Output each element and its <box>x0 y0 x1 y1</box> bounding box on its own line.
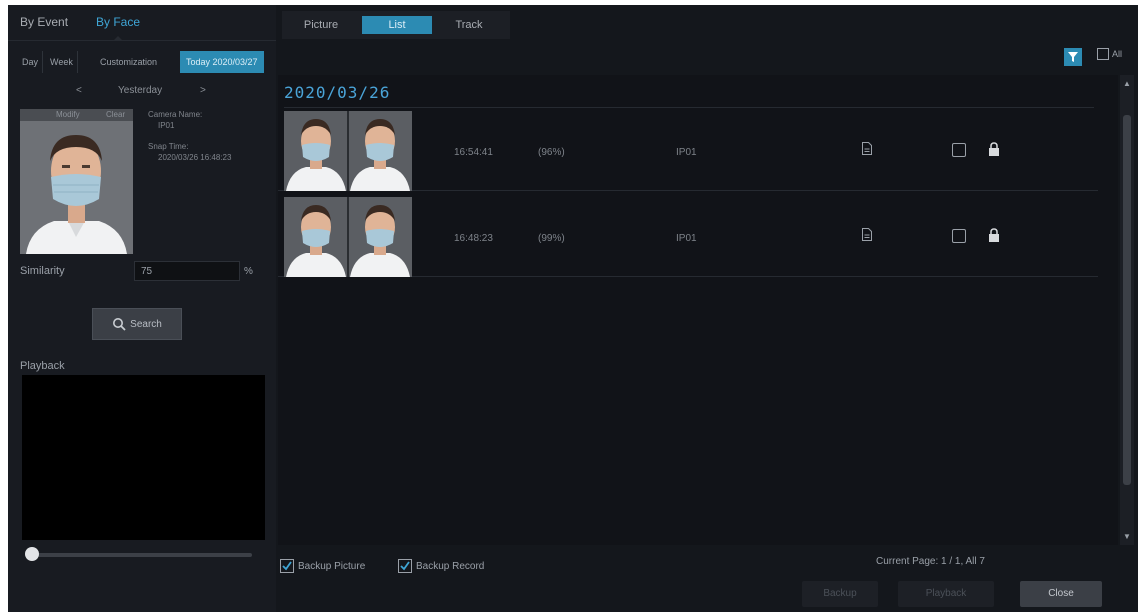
snapshot-thumbnails[interactable] <box>284 197 412 277</box>
row-checkbox[interactable] <box>952 143 966 157</box>
backup-record-option[interactable]: Backup Record <box>398 559 484 573</box>
backup-button[interactable]: Backup <box>802 581 878 607</box>
channel-name: IP01 <box>676 147 697 158</box>
search-mode-tabs: By Event By Face <box>8 5 276 41</box>
header-divider <box>284 107 1094 108</box>
time-range-tabs: Day Week Customization Today 2020/03/27 <box>14 51 276 73</box>
range-tab-week[interactable]: Week <box>46 51 78 73</box>
view-mode-tabs: Picture List Track <box>282 11 510 39</box>
page-info: Current Page: 1 / 1, All 7 <box>876 556 985 567</box>
select-all-label: All <box>1112 49 1123 59</box>
backup-record-label: Backup Record <box>416 560 485 572</box>
tab-by-face[interactable]: By Face <box>96 15 140 41</box>
lock-icon[interactable] <box>988 142 1000 156</box>
playback-button[interactable]: Playback <box>898 581 994 607</box>
tab-track[interactable]: Track <box>438 16 500 34</box>
target-face-card: Modify Clear <box>20 109 133 254</box>
snap-time: 16:48:23 <box>454 233 493 244</box>
tab-by-event[interactable]: By Event <box>20 15 68 29</box>
next-day-button[interactable]: > <box>200 85 206 96</box>
check-icon <box>400 561 410 571</box>
similarity-label: Similarity <box>20 265 65 277</box>
playback-slider-handle[interactable] <box>25 547 39 561</box>
list-item[interactable]: 16:54:41 (96%) IP01 <box>278 109 1098 191</box>
range-tab-customization[interactable]: Customization <box>96 51 161 73</box>
list-item[interactable]: 16:48:23 (99%) IP01 <box>278 195 1098 277</box>
playback-label: Playback <box>20 360 65 372</box>
search-button-label: Search <box>130 318 162 330</box>
scroll-thumb[interactable] <box>1123 115 1131 485</box>
day-label: Yesterday <box>118 85 163 96</box>
list-scrollbar[interactable]: ▲ ▼ <box>1120 75 1134 545</box>
document-icon[interactable] <box>862 142 872 155</box>
range-tab-today[interactable]: Today 2020/03/27 <box>180 51 264 73</box>
row-checkbox[interactable] <box>952 229 966 243</box>
filter-icon <box>1068 52 1078 62</box>
target-face-photo <box>20 121 133 254</box>
date-group-header: 2020/03/26 <box>284 83 391 102</box>
snap-time-value: 2020/03/26 16:48:23 <box>158 153 232 162</box>
camera-name-label: Camera Name: <box>148 110 203 119</box>
snap-time: 16:54:41 <box>454 147 493 158</box>
playback-screen <box>22 375 265 540</box>
backup-picture-label: Backup Picture <box>298 560 366 572</box>
similarity-score: (99%) <box>538 233 565 244</box>
check-icon <box>282 561 292 571</box>
tab-picture[interactable]: Picture <box>290 16 352 34</box>
modify-button[interactable]: Modify <box>56 110 80 119</box>
face-card-toolbar: Modify Clear <box>20 109 133 121</box>
select-all-checkbox[interactable] <box>1097 48 1109 60</box>
similarity-input[interactable] <box>134 261 240 281</box>
result-list: 2020/03/26 16:54:41 (96%) IP01 16:48:23 … <box>278 75 1118 545</box>
close-button[interactable]: Close <box>1020 581 1102 607</box>
range-tab-day[interactable]: Day <box>18 51 44 73</box>
backup-record-checkbox[interactable] <box>398 559 412 573</box>
similarity-score: (96%) <box>538 147 565 158</box>
document-icon[interactable] <box>862 228 872 241</box>
clear-button[interactable]: Clear <box>106 110 125 119</box>
snapshot-thumbnails[interactable] <box>284 111 412 191</box>
camera-name-value: IP01 <box>158 121 175 130</box>
scroll-up-icon[interactable]: ▲ <box>1123 79 1131 88</box>
similarity-unit: % <box>244 266 253 277</box>
snap-meta: Camera Name: IP01 Snap Time: 2020/03/26 … <box>148 109 268 163</box>
filter-button[interactable] <box>1064 48 1082 66</box>
face-search-window: By Event By Face Day Week Customization … <box>8 5 1138 612</box>
search-panel: By Event By Face Day Week Customization … <box>8 5 276 612</box>
scroll-down-icon[interactable]: ▼ <box>1123 532 1131 541</box>
prev-day-button[interactable]: < <box>76 85 82 96</box>
snap-time-label: Snap Time: <box>148 142 189 151</box>
channel-name: IP01 <box>676 233 697 244</box>
playback-slider-track[interactable] <box>36 553 252 557</box>
day-navigator: < Yesterday > <box>68 85 218 101</box>
search-button[interactable]: Search <box>92 308 182 340</box>
tab-list[interactable]: List <box>362 16 432 34</box>
backup-picture-option[interactable]: Backup Picture <box>280 559 365 573</box>
search-icon <box>113 318 126 331</box>
lock-icon[interactable] <box>988 228 1000 242</box>
backup-picture-checkbox[interactable] <box>280 559 294 573</box>
